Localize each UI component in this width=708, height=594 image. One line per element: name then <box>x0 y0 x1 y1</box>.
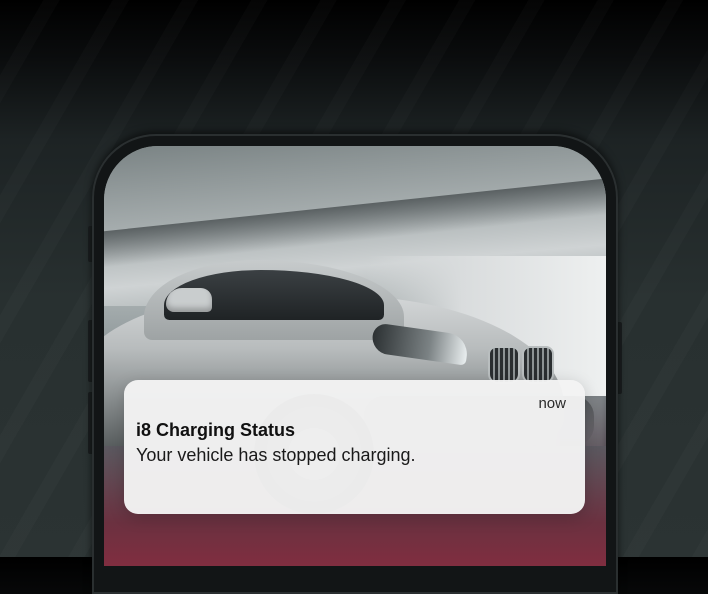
car-mirror <box>166 288 212 312</box>
push-notification[interactable]: now i8 Charging Status Your vehicle has … <box>124 380 585 514</box>
notification-title: i8 Charging Status <box>136 420 296 440</box>
notification-time: now <box>538 395 566 412</box>
car-grille-right <box>522 346 554 384</box>
notification-message: Your vehicle has stopped charging. <box>136 445 416 465</box>
car-grille-left <box>488 346 520 384</box>
